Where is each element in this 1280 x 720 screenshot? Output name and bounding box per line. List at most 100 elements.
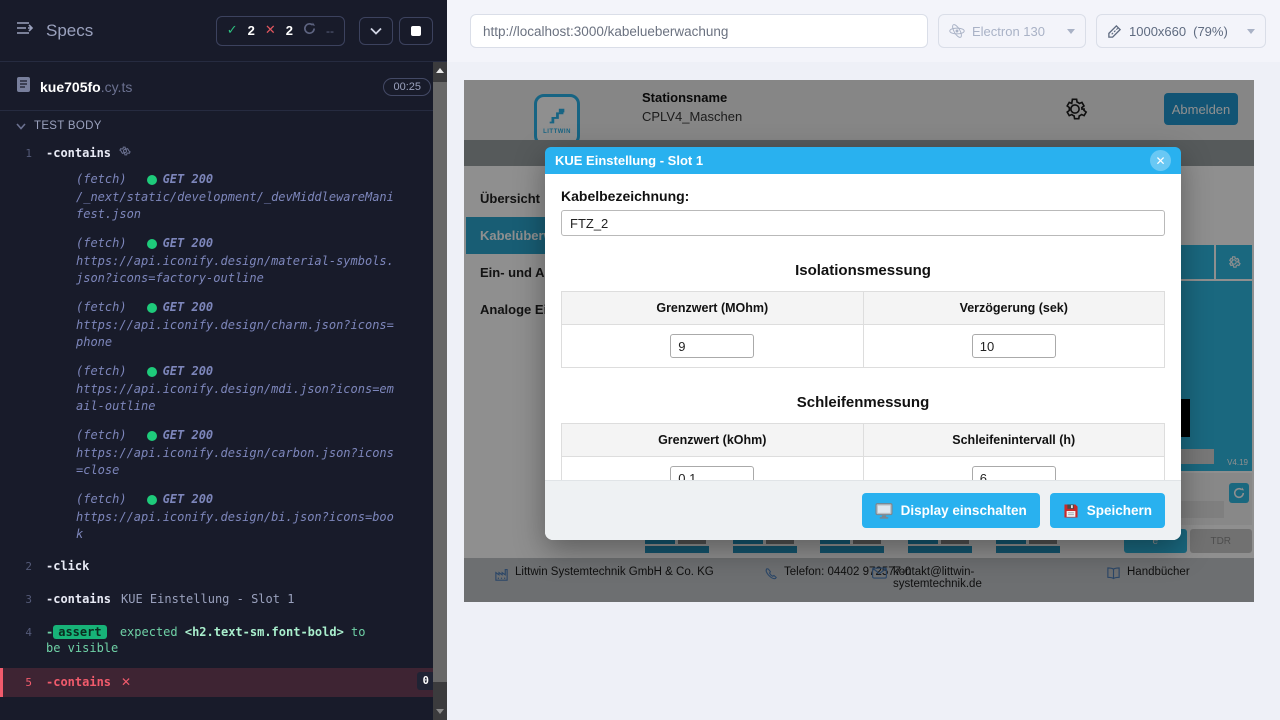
spec-file-row[interactable]: kue705fo.cy.ts 00:25 (0, 62, 447, 111)
fetch-label: (fetch) (76, 491, 127, 508)
sidebar-scrollbar[interactable] (433, 62, 447, 720)
pending-refresh-icon (303, 22, 316, 40)
isolation-delay-input[interactable] (972, 334, 1056, 358)
kue-settings-modal: KUE Einstellung - Slot 1 ✕ Kabelbezeichn… (545, 147, 1181, 540)
chevron-down-icon (1247, 29, 1255, 34)
isolation-limit-input[interactable] (670, 334, 754, 358)
fetch-status: GET 200 (163, 427, 214, 444)
runner-topbar: Electron 130 1000x660 (79%) (447, 0, 1280, 62)
viewport-zoom: (79%) (1193, 24, 1228, 39)
loop-section-title: Schleifenmessung (561, 394, 1165, 411)
viewport-size: 1000x660 (1129, 24, 1186, 39)
cable-name-input[interactable] (561, 210, 1165, 236)
scroll-up-icon[interactable] (436, 68, 444, 73)
passed-count: 2 (248, 23, 255, 38)
command-row-5-failed[interactable]: 5 -contains ✕ 0 (0, 668, 447, 697)
save-label: Speichern (1087, 503, 1152, 518)
command-row-1[interactable]: 1 -contains (0, 141, 447, 166)
fetch-url: https://api.iconify.design/charm.json?ic… (76, 317, 394, 351)
save-button[interactable]: Speichern (1050, 493, 1165, 528)
isolation-table: Grenzwert (MOhm) Verzögerung (sek) (561, 291, 1165, 368)
command-number: 3 (0, 591, 46, 608)
column-header: Schleifenintervall (h) (863, 424, 1165, 457)
fetch-status: GET 200 (163, 171, 214, 188)
column-header: Grenzwert (MOhm) (562, 292, 864, 325)
command-log: 1 -contains (fetch)GET 200 /_next/static… (0, 141, 447, 697)
spec-name: kue705fo (40, 79, 101, 95)
status-dot-icon (147, 431, 157, 441)
modal-header: KUE Einstellung - Slot 1 ✕ (545, 147, 1181, 174)
assert-message: -assert expected <h2.text-sm.font-bold> … (46, 624, 376, 656)
failed-count: 2 (286, 23, 293, 38)
url-input[interactable] (470, 14, 928, 48)
electron-icon (949, 23, 965, 39)
fetch-status: GET 200 (163, 491, 214, 508)
ruler-icon (1107, 24, 1122, 39)
suite-test-body[interactable]: TEST BODY (0, 111, 447, 141)
passed-check-icon: ✓ (227, 23, 238, 38)
scroll-down-icon[interactable] (436, 709, 444, 714)
fetch-label: (fetch) (76, 363, 127, 380)
specs-title[interactable]: Specs (46, 21, 93, 41)
cable-name-label: Kabelbezeichnung: (561, 188, 1165, 204)
fetch-label: (fetch) (76, 299, 127, 316)
browser-select[interactable]: Electron 130 (938, 14, 1086, 48)
fetch-label: (fetch) (76, 427, 127, 444)
chevron-down-icon (1067, 29, 1075, 34)
spec-file-icon (16, 76, 31, 98)
network-log[interactable]: (fetch)GET 200 https://api.iconify.desig… (0, 294, 447, 358)
runner-header: Specs ✓ 2 ✕ 2 -- (0, 0, 447, 62)
command-number: 1 (0, 145, 46, 162)
close-icon[interactable]: ✕ (1150, 150, 1171, 171)
command-row-3[interactable]: 3 -contains KUE Einstellung - Slot 1 (0, 587, 447, 612)
command-row-2[interactable]: 2 -click (0, 554, 447, 579)
command-name: -contains (46, 591, 111, 608)
suite-label: TEST BODY (34, 120, 102, 132)
options-gear-icon (119, 145, 131, 162)
collapse-all-button[interactable] (359, 17, 393, 45)
network-log[interactable]: (fetch) GET 200 https://api.iconify.desig… (0, 422, 447, 486)
viewport-select[interactable]: 1000x660 (79%) (1096, 14, 1266, 48)
assert-selector: <h2.text-sm.font-bold> (185, 625, 344, 639)
command-name: -click (46, 558, 89, 575)
scrollbar-thumb[interactable] (433, 82, 447, 682)
assert-badge: assert (53, 625, 106, 639)
network-log[interactable]: (fetch)GET 200 https://api.iconify.desig… (0, 230, 447, 294)
network-log[interactable]: (fetch)GET 200 /_next/static/development… (0, 166, 447, 230)
command-name: -contains (46, 145, 111, 162)
fetch-label: (fetch) (76, 235, 127, 252)
command-number: 2 (0, 558, 46, 575)
status-dot-icon (147, 495, 157, 505)
status-dot-icon (147, 367, 157, 377)
command-row-4[interactable]: 4 -assert expected <h2.text-sm.font-bold… (0, 620, 447, 660)
status-dot-icon (147, 239, 157, 249)
modal-title: KUE Einstellung - Slot 1 (555, 153, 703, 168)
spec-extension: .cy.ts (101, 79, 133, 95)
fetch-url: https://api.iconify.design/mdi.json?icon… (76, 381, 394, 415)
fetch-label: (fetch) (76, 171, 127, 188)
status-dot-icon (147, 175, 157, 185)
spec-duration: 00:25 (383, 78, 431, 96)
stop-button[interactable] (399, 17, 433, 45)
fail-x-icon: ✕ (121, 674, 131, 691)
command-argument: KUE Einstellung - Slot 1 (121, 591, 294, 608)
display-on-button[interactable]: Display einschalten (862, 493, 1040, 528)
monitor-icon (875, 503, 893, 519)
command-number: 4 (0, 624, 46, 656)
failed-x-icon: ✕ (265, 23, 276, 38)
display-on-label: Display einschalten (901, 503, 1027, 518)
column-header: Verzögerung (sek) (863, 292, 1165, 325)
cypress-sidebar: Specs ✓ 2 ✕ 2 -- kue705fo.cy.ts 00:25 TE… (0, 0, 447, 720)
browser-label: Electron 130 (972, 24, 1045, 39)
status-dot-icon (147, 303, 157, 313)
stop-icon (411, 26, 421, 36)
network-log[interactable]: (fetch)GET 200 https://api.iconify.desig… (0, 358, 447, 422)
command-name: -contains (46, 674, 111, 691)
command-number: 5 (3, 674, 46, 691)
fetch-url: https://api.iconify.design/bi.json?icons… (76, 509, 394, 543)
network-log[interactable]: (fetch) GET 200 https://api.iconify.desig… (0, 486, 447, 550)
fetch-url: https://api.iconify.design/carbon.json?i… (76, 445, 394, 479)
specs-menu-icon[interactable] (16, 20, 36, 41)
pending-count: -- (326, 24, 334, 38)
assert-text: expected (120, 625, 178, 639)
